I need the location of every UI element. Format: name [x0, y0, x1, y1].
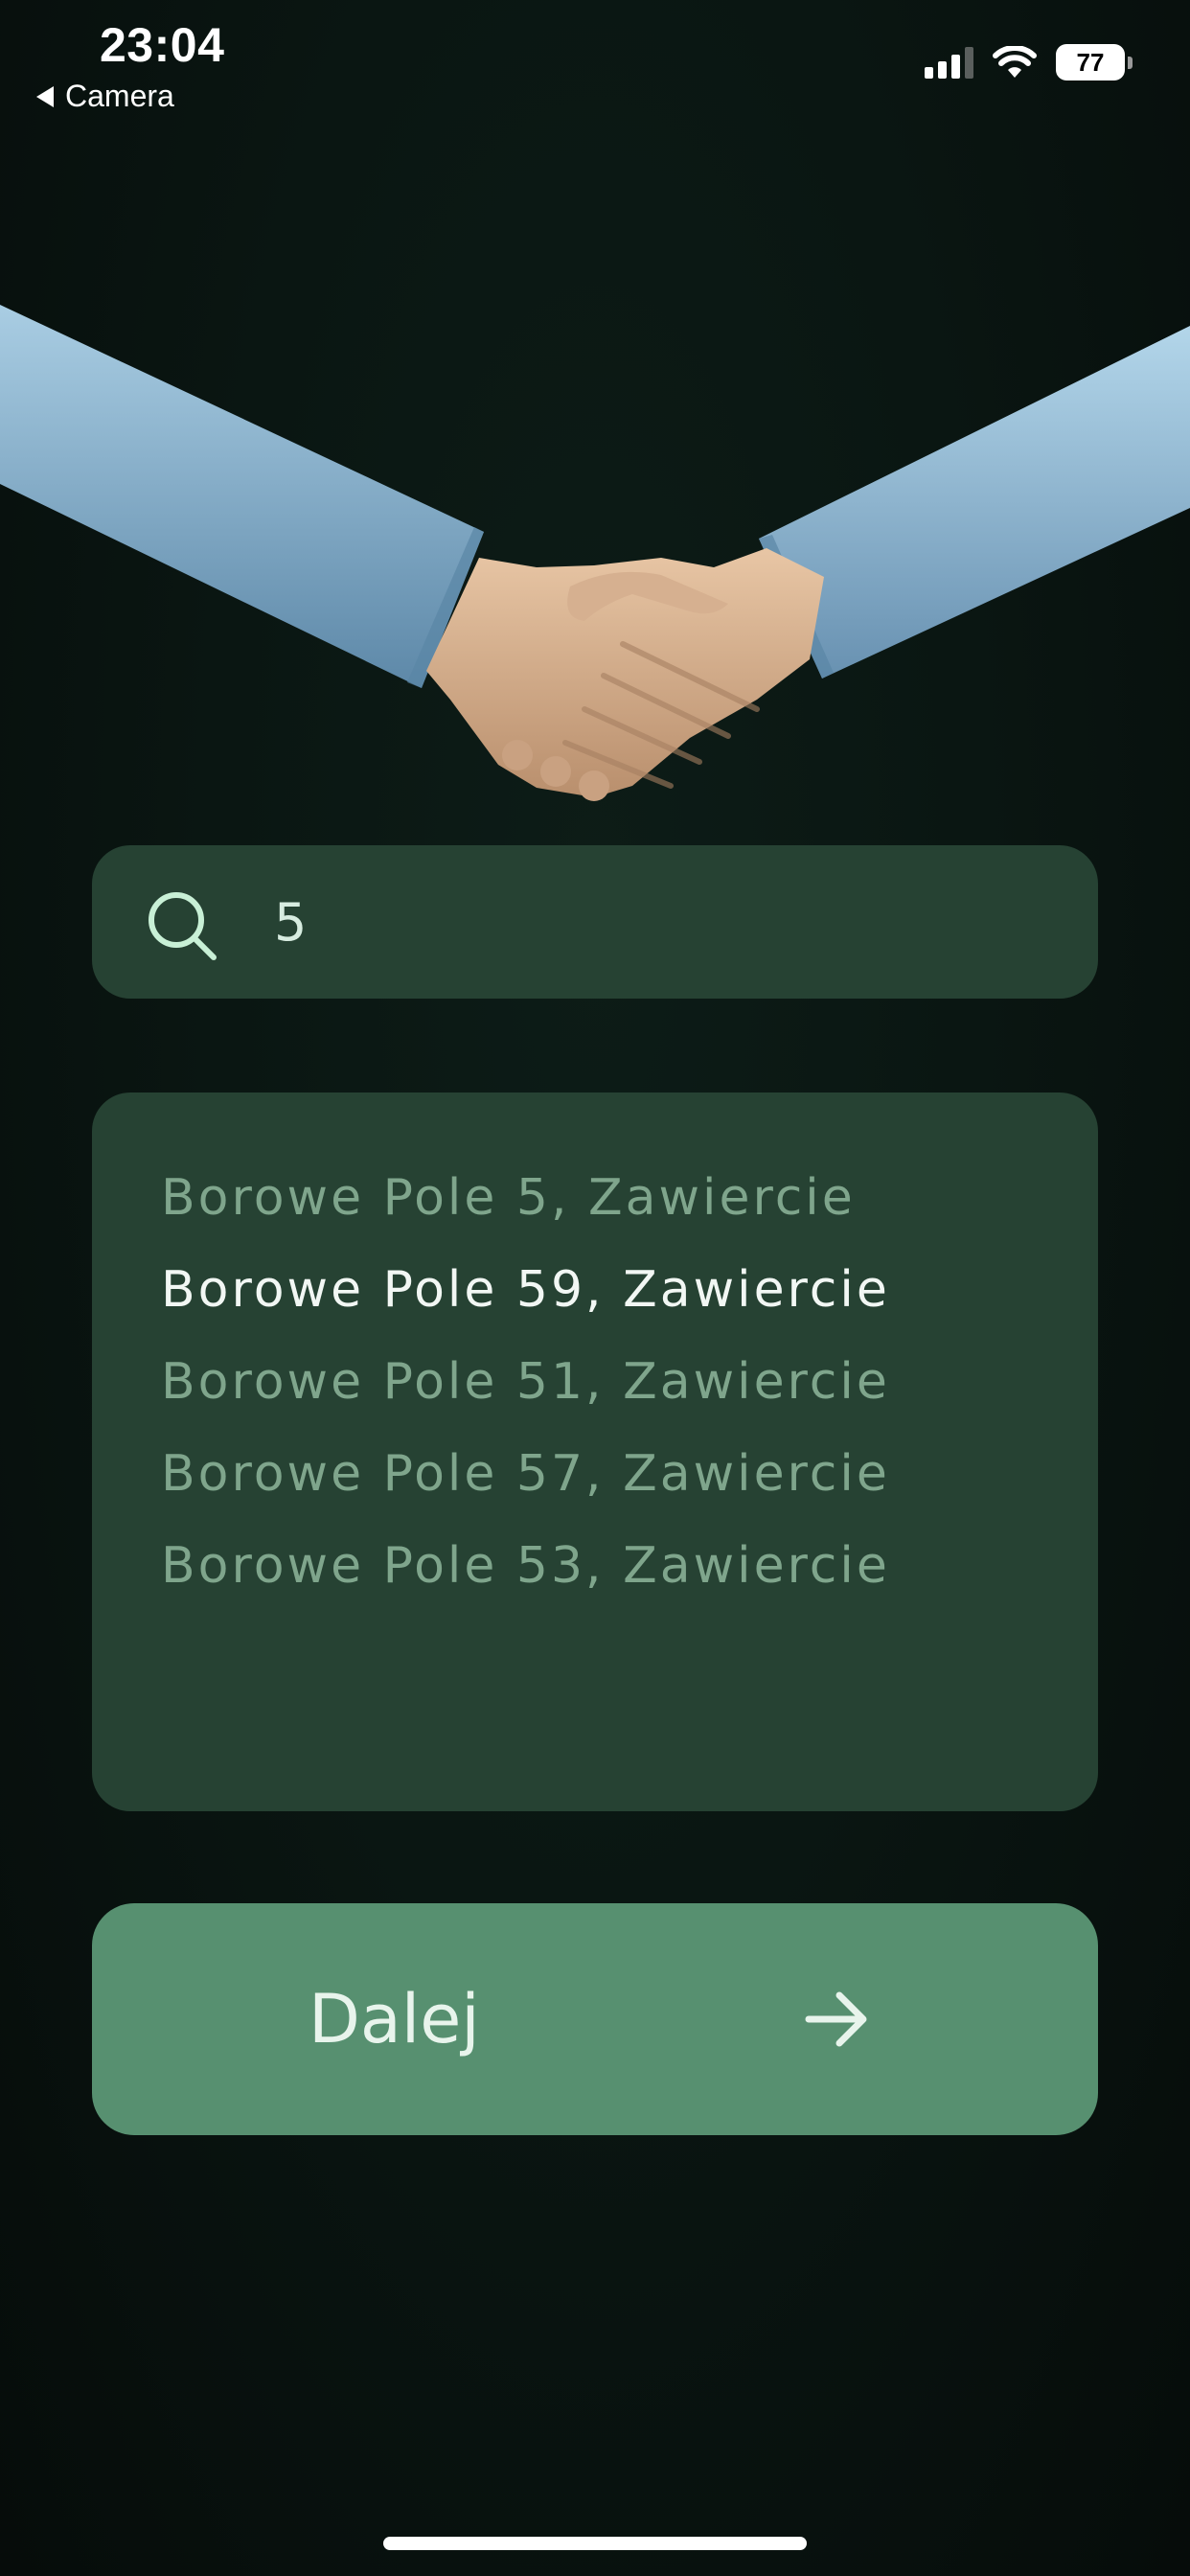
next-button[interactable]: Dalej: [92, 1903, 1098, 2135]
search-input[interactable]: [274, 874, 1060, 970]
suggestion-item-selected[interactable]: Borowe Pole 59, Zawiercie: [161, 1244, 1098, 1336]
back-app-label: Camera: [65, 79, 174, 113]
home-indicator[interactable]: [383, 2537, 807, 2550]
arrow-right-icon: [805, 1991, 867, 2047]
search-box[interactable]: [92, 845, 1098, 999]
suggestions-list: Borowe Pole 5, Zawiercie Borowe Pole 59,…: [92, 1092, 1098, 1811]
suggestion-item[interactable]: Borowe Pole 57, Zawiercie: [161, 1428, 1098, 1520]
back-triangle-icon: [36, 85, 54, 107]
wifi-icon: [993, 46, 1037, 78]
battery-icon: 77: [1056, 44, 1133, 80]
handshake-illustration: [0, 305, 1190, 801]
search-icon: [149, 892, 217, 960]
suggestion-item[interactable]: Borowe Pole 51, Zawiercie: [161, 1336, 1098, 1428]
next-button-label: Dalej: [309, 1980, 480, 2058]
suggestion-item[interactable]: Borowe Pole 5, Zawiercie: [161, 1152, 1098, 1244]
cellular-signal-icon: [925, 46, 973, 79]
battery-level: 77: [1056, 44, 1125, 80]
back-to-app-button[interactable]: Camera: [36, 79, 174, 114]
status-time: 23:04: [100, 18, 225, 72]
suggestion-item[interactable]: Borowe Pole 53, Zawiercie: [161, 1520, 1098, 1612]
status-indicators: 77: [925, 44, 1133, 80]
